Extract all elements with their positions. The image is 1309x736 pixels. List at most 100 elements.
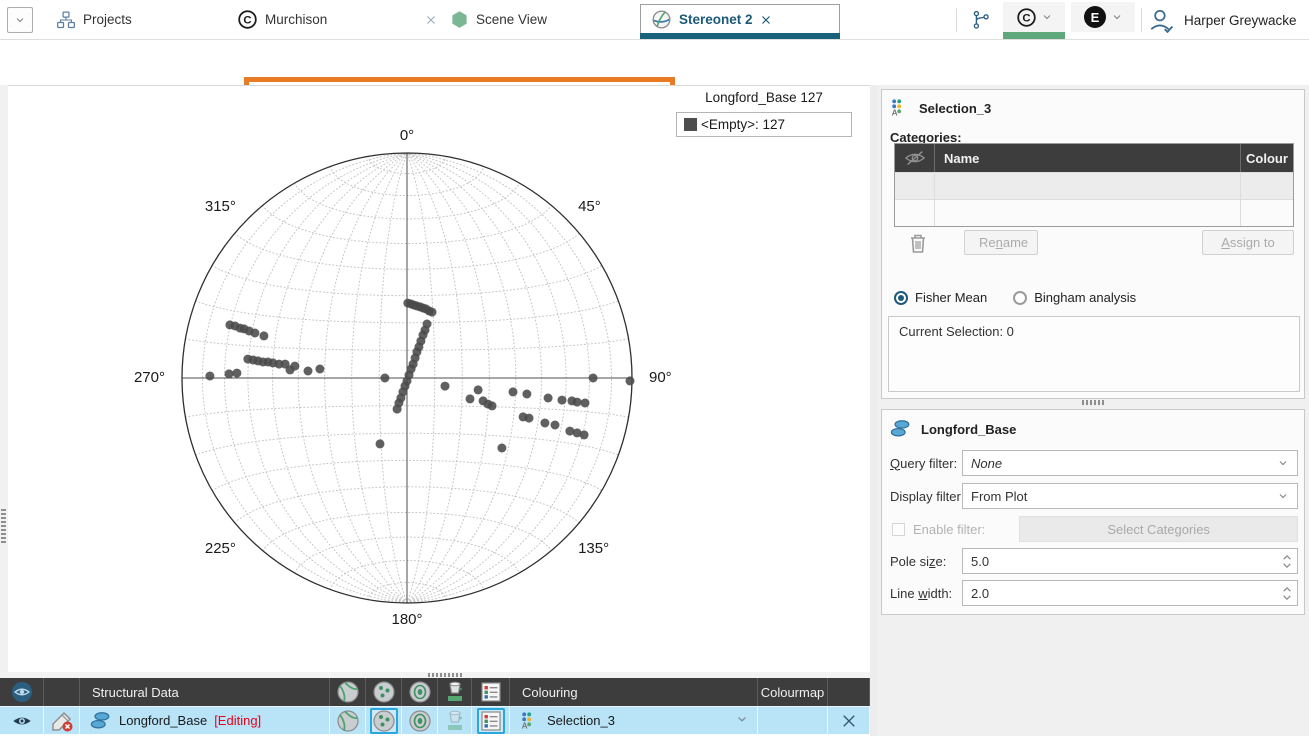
poles-icon	[372, 680, 396, 704]
poles-column-header	[366, 678, 402, 706]
longford-title: Longford_Base	[921, 422, 1016, 437]
line-width-input[interactable]: 2.0	[962, 580, 1298, 606]
leapfrog-app-menu[interactable]: C	[1003, 2, 1065, 32]
radio-unselected-icon	[1013, 291, 1027, 305]
chevron-down-icon	[1041, 11, 1053, 23]
stereonet-icon	[651, 9, 672, 30]
fisher-mean-radio[interactable]: Fisher Mean	[894, 290, 987, 305]
row-name-cell[interactable]: Longford_Base[Editing]	[80, 706, 330, 734]
categories-empty-row[interactable]	[895, 172, 1293, 199]
azimuth-label-180: 180°	[391, 611, 422, 628]
scene-list-button[interactable]	[962, 0, 1000, 39]
bottom-splitter-handle[interactable]	[428, 673, 464, 677]
visibility-badge-icon	[10, 680, 34, 704]
user-menu[interactable]: Harper Greywacke	[1148, 0, 1297, 40]
poles-icon	[372, 709, 396, 733]
data-point	[466, 394, 475, 403]
line-width-value: 2.0	[971, 586, 989, 601]
categories-colour-header: Colour	[1241, 151, 1293, 166]
categories-empty-row[interactable]	[895, 199, 1293, 226]
data-point	[393, 405, 402, 414]
panel-splitter-handle[interactable]	[1082, 400, 1106, 405]
projects-icon	[56, 10, 76, 30]
data-point	[290, 362, 299, 371]
data-point	[225, 369, 234, 378]
fisher-mean-label: Fisher Mean	[915, 290, 987, 305]
assign-to-button[interactable]: Assign to	[1202, 230, 1294, 255]
data-point	[509, 387, 518, 396]
window-menu-button[interactable]	[7, 7, 33, 33]
selection-set-icon: A	[890, 98, 910, 118]
current-selection-text: Current Selection: 0	[899, 324, 1014, 339]
categories-table[interactable]: Name Colour	[894, 143, 1294, 227]
row-poles-toggle[interactable]	[366, 706, 402, 734]
eye-icon	[11, 710, 33, 732]
tab-close-icon[interactable]	[425, 14, 437, 26]
radio-selected-icon	[894, 291, 908, 305]
azimuth-label-135: 135°	[578, 540, 609, 557]
main-vertical-divider[interactable]	[870, 85, 877, 736]
spinner-arrows-icon[interactable]	[1282, 554, 1292, 569]
data-point	[250, 329, 259, 338]
data-point	[376, 439, 385, 448]
chevron-down-icon	[1111, 11, 1123, 23]
legend-entry-label: <Empty>: 127	[701, 117, 785, 132]
query-filter-label: Query filter:	[890, 456, 962, 471]
row-edit-button[interactable]	[44, 706, 80, 734]
tab-label: Scene View	[476, 12, 547, 27]
stereonet-plot-area[interactable]: 0°45°90°135°180°225°270°315° Longford_Ba…	[8, 85, 870, 672]
data-point	[315, 365, 324, 374]
categories-table-header: Name Colour	[895, 144, 1293, 172]
azimuth-label-45: 45°	[578, 198, 601, 215]
display-filter-select[interactable]: From Plot	[962, 483, 1298, 509]
row-planes-toggle[interactable]	[330, 706, 366, 734]
legend-entry: <Empty>: 127	[684, 117, 844, 132]
legend-swatch	[684, 118, 697, 131]
delete-category-icon[interactable]	[906, 231, 930, 255]
query-filter-select[interactable]: None	[962, 450, 1298, 476]
chevron-down-small-icon	[735, 712, 749, 726]
planes-icon	[336, 680, 360, 704]
display-filter-label: Display filter	[890, 489, 962, 504]
row-colourmap-cell[interactable]	[758, 706, 828, 734]
row-colouring-select[interactable]: ASelection_3	[510, 706, 758, 734]
data-point	[573, 398, 582, 407]
colouring-dropdown-chevron[interactable]	[735, 712, 749, 729]
tab-close-icon[interactable]	[760, 14, 772, 26]
data-point	[380, 374, 389, 383]
tab-murchison[interactable]: CMurchison	[237, 0, 437, 39]
select-categories-button[interactable]: Select Categories	[1019, 516, 1298, 542]
data-point	[581, 399, 590, 408]
edit-pencil-icon	[50, 709, 74, 733]
row-colour-bucket-toggle[interactable]	[438, 706, 472, 734]
plot-legend: Longford_Base 127 <Empty>: 127	[676, 90, 852, 137]
row-remove-button[interactable]	[828, 706, 870, 734]
left-panel-splitter[interactable]	[0, 85, 8, 672]
tab-stereonet-2[interactable]: Stereonet 2	[640, 4, 840, 34]
row-contours-toggle[interactable]	[402, 706, 438, 734]
rename-button[interactable]: Rename	[964, 230, 1038, 255]
contours-column-header	[402, 678, 438, 706]
spinner-arrows-icon[interactable]	[1282, 586, 1292, 601]
data-point	[558, 396, 567, 405]
pole-size-input[interactable]: 5.0	[962, 548, 1298, 574]
planes-column-header	[330, 678, 366, 706]
shape-list-data-row[interactable]: Longford_Base[Editing] ASelection_3	[0, 706, 870, 734]
planes-icon	[336, 709, 360, 733]
data-point	[205, 372, 214, 381]
enable-filter-label: Enable filter:	[913, 522, 985, 537]
query-filter-value: None	[971, 456, 1002, 471]
colour-bucket-icon	[443, 709, 467, 733]
tab-scene-view[interactable]: Scene View	[450, 0, 630, 39]
tab-label: Murchison	[265, 12, 327, 27]
branch-icon	[970, 9, 992, 31]
enable-filter-checkbox[interactable]	[892, 523, 905, 536]
stereonet-svg[interactable]: 0°45°90°135°180°225°270°315°	[8, 86, 870, 673]
application-window: Projects CMurchisonScene ViewStereonet 2…	[0, 0, 1309, 736]
row-close-icon	[840, 712, 858, 730]
central-app-menu[interactable]: E	[1071, 2, 1135, 32]
row-legend-list-toggle[interactable]	[472, 706, 510, 734]
bingham-analysis-radio[interactable]: Bingham analysis	[1013, 290, 1136, 305]
nav-projects[interactable]: Projects	[48, 0, 140, 39]
row-visibility-toggle[interactable]	[0, 706, 44, 734]
